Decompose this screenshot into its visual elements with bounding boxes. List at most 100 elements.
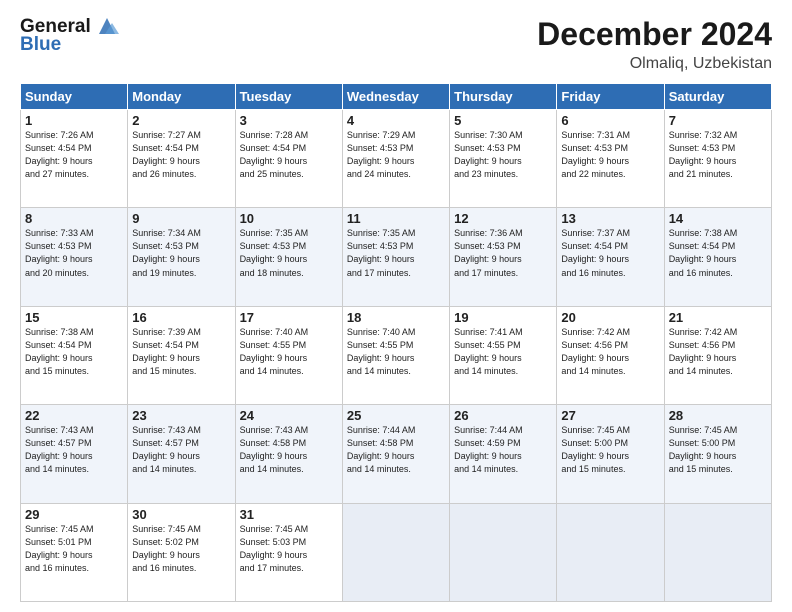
table-row: 5Sunrise: 7:30 AM Sunset: 4:53 PM Daylig…	[450, 110, 557, 208]
table-row: 14Sunrise: 7:38 AM Sunset: 4:54 PM Dayli…	[664, 208, 771, 306]
table-row: 1Sunrise: 7:26 AM Sunset: 4:54 PM Daylig…	[21, 110, 128, 208]
day-number: 26	[454, 408, 552, 423]
day-info: Sunrise: 7:41 AM Sunset: 4:55 PM Dayligh…	[454, 326, 552, 378]
day-info: Sunrise: 7:40 AM Sunset: 4:55 PM Dayligh…	[347, 326, 445, 378]
table-row: 16Sunrise: 7:39 AM Sunset: 4:54 PM Dayli…	[128, 306, 235, 404]
calendar-header: Sunday Monday Tuesday Wednesday Thursday…	[21, 84, 772, 110]
day-number: 10	[240, 211, 338, 226]
table-row: 26Sunrise: 7:44 AM Sunset: 4:59 PM Dayli…	[450, 405, 557, 503]
day-info: Sunrise: 7:42 AM Sunset: 4:56 PM Dayligh…	[561, 326, 659, 378]
day-number: 3	[240, 113, 338, 128]
calendar-table: Sunday Monday Tuesday Wednesday Thursday…	[20, 83, 772, 602]
day-info: Sunrise: 7:35 AM Sunset: 4:53 PM Dayligh…	[347, 227, 445, 279]
table-row: 17Sunrise: 7:40 AM Sunset: 4:55 PM Dayli…	[235, 306, 342, 404]
day-number: 22	[25, 408, 123, 423]
day-info: Sunrise: 7:44 AM Sunset: 4:58 PM Dayligh…	[347, 424, 445, 476]
day-info: Sunrise: 7:43 AM Sunset: 4:57 PM Dayligh…	[132, 424, 230, 476]
day-number: 9	[132, 211, 230, 226]
day-number: 17	[240, 310, 338, 325]
day-number: 19	[454, 310, 552, 325]
page: General Blue December 2024 Olmaliq, Uzbe…	[0, 0, 792, 612]
day-info: Sunrise: 7:45 AM Sunset: 5:00 PM Dayligh…	[669, 424, 767, 476]
day-number: 16	[132, 310, 230, 325]
table-row	[450, 503, 557, 601]
table-row: 11Sunrise: 7:35 AM Sunset: 4:53 PM Dayli…	[342, 208, 449, 306]
day-number: 7	[669, 113, 767, 128]
col-sunday: Sunday	[21, 84, 128, 110]
table-row: 8Sunrise: 7:33 AM Sunset: 4:53 PM Daylig…	[21, 208, 128, 306]
logo-blue: Blue	[20, 34, 119, 56]
table-row: 6Sunrise: 7:31 AM Sunset: 4:53 PM Daylig…	[557, 110, 664, 208]
table-row: 25Sunrise: 7:44 AM Sunset: 4:58 PM Dayli…	[342, 405, 449, 503]
table-row: 4Sunrise: 7:29 AM Sunset: 4:53 PM Daylig…	[342, 110, 449, 208]
table-row: 12Sunrise: 7:36 AM Sunset: 4:53 PM Dayli…	[450, 208, 557, 306]
day-info: Sunrise: 7:27 AM Sunset: 4:54 PM Dayligh…	[132, 129, 230, 181]
table-row	[557, 503, 664, 601]
day-info: Sunrise: 7:37 AM Sunset: 4:54 PM Dayligh…	[561, 227, 659, 279]
day-number: 29	[25, 507, 123, 522]
col-wednesday: Wednesday	[342, 84, 449, 110]
col-monday: Monday	[128, 84, 235, 110]
day-info: Sunrise: 7:29 AM Sunset: 4:53 PM Dayligh…	[347, 129, 445, 181]
col-friday: Friday	[557, 84, 664, 110]
header: General Blue December 2024 Olmaliq, Uzbe…	[20, 16, 772, 73]
day-number: 18	[347, 310, 445, 325]
day-info: Sunrise: 7:36 AM Sunset: 4:53 PM Dayligh…	[454, 227, 552, 279]
table-row: 3Sunrise: 7:28 AM Sunset: 4:54 PM Daylig…	[235, 110, 342, 208]
day-info: Sunrise: 7:43 AM Sunset: 4:58 PM Dayligh…	[240, 424, 338, 476]
calendar-body: 1Sunrise: 7:26 AM Sunset: 4:54 PM Daylig…	[21, 110, 772, 602]
header-row: Sunday Monday Tuesday Wednesday Thursday…	[21, 84, 772, 110]
location-title: Olmaliq, Uzbekistan	[537, 55, 772, 73]
day-number: 8	[25, 211, 123, 226]
day-info: Sunrise: 7:38 AM Sunset: 4:54 PM Dayligh…	[669, 227, 767, 279]
table-row: 18Sunrise: 7:40 AM Sunset: 4:55 PM Dayli…	[342, 306, 449, 404]
day-info: Sunrise: 7:30 AM Sunset: 4:53 PM Dayligh…	[454, 129, 552, 181]
day-number: 6	[561, 113, 659, 128]
table-row: 22Sunrise: 7:43 AM Sunset: 4:57 PM Dayli…	[21, 405, 128, 503]
day-info: Sunrise: 7:45 AM Sunset: 5:00 PM Dayligh…	[561, 424, 659, 476]
table-row	[342, 503, 449, 601]
day-number: 2	[132, 113, 230, 128]
table-row: 10Sunrise: 7:35 AM Sunset: 4:53 PM Dayli…	[235, 208, 342, 306]
day-info: Sunrise: 7:26 AM Sunset: 4:54 PM Dayligh…	[25, 129, 123, 181]
day-info: Sunrise: 7:45 AM Sunset: 5:02 PM Dayligh…	[132, 523, 230, 575]
table-row: 7Sunrise: 7:32 AM Sunset: 4:53 PM Daylig…	[664, 110, 771, 208]
day-number: 20	[561, 310, 659, 325]
day-info: Sunrise: 7:38 AM Sunset: 4:54 PM Dayligh…	[25, 326, 123, 378]
table-row: 9Sunrise: 7:34 AM Sunset: 4:53 PM Daylig…	[128, 208, 235, 306]
day-info: Sunrise: 7:40 AM Sunset: 4:55 PM Dayligh…	[240, 326, 338, 378]
table-row: 15Sunrise: 7:38 AM Sunset: 4:54 PM Dayli…	[21, 306, 128, 404]
day-number: 15	[25, 310, 123, 325]
day-number: 21	[669, 310, 767, 325]
day-number: 1	[25, 113, 123, 128]
day-info: Sunrise: 7:42 AM Sunset: 4:56 PM Dayligh…	[669, 326, 767, 378]
day-number: 30	[132, 507, 230, 522]
day-info: Sunrise: 7:39 AM Sunset: 4:54 PM Dayligh…	[132, 326, 230, 378]
day-number: 14	[669, 211, 767, 226]
table-row: 31Sunrise: 7:45 AM Sunset: 5:03 PM Dayli…	[235, 503, 342, 601]
day-info: Sunrise: 7:31 AM Sunset: 4:53 PM Dayligh…	[561, 129, 659, 181]
col-saturday: Saturday	[664, 84, 771, 110]
table-row: 2Sunrise: 7:27 AM Sunset: 4:54 PM Daylig…	[128, 110, 235, 208]
day-info: Sunrise: 7:45 AM Sunset: 5:03 PM Dayligh…	[240, 523, 338, 575]
day-number: 28	[669, 408, 767, 423]
day-number: 13	[561, 211, 659, 226]
day-info: Sunrise: 7:43 AM Sunset: 4:57 PM Dayligh…	[25, 424, 123, 476]
day-info: Sunrise: 7:35 AM Sunset: 4:53 PM Dayligh…	[240, 227, 338, 279]
day-number: 4	[347, 113, 445, 128]
table-row: 27Sunrise: 7:45 AM Sunset: 5:00 PM Dayli…	[557, 405, 664, 503]
day-info: Sunrise: 7:45 AM Sunset: 5:01 PM Dayligh…	[25, 523, 123, 575]
day-number: 11	[347, 211, 445, 226]
table-row: 13Sunrise: 7:37 AM Sunset: 4:54 PM Dayli…	[557, 208, 664, 306]
day-info: Sunrise: 7:33 AM Sunset: 4:53 PM Dayligh…	[25, 227, 123, 279]
table-row	[664, 503, 771, 601]
month-title: December 2024	[537, 16, 772, 53]
day-info: Sunrise: 7:28 AM Sunset: 4:54 PM Dayligh…	[240, 129, 338, 181]
day-number: 5	[454, 113, 552, 128]
day-info: Sunrise: 7:44 AM Sunset: 4:59 PM Dayligh…	[454, 424, 552, 476]
day-number: 27	[561, 408, 659, 423]
table-row: 21Sunrise: 7:42 AM Sunset: 4:56 PM Dayli…	[664, 306, 771, 404]
table-row: 24Sunrise: 7:43 AM Sunset: 4:58 PM Dayli…	[235, 405, 342, 503]
col-tuesday: Tuesday	[235, 84, 342, 110]
table-row: 30Sunrise: 7:45 AM Sunset: 5:02 PM Dayli…	[128, 503, 235, 601]
